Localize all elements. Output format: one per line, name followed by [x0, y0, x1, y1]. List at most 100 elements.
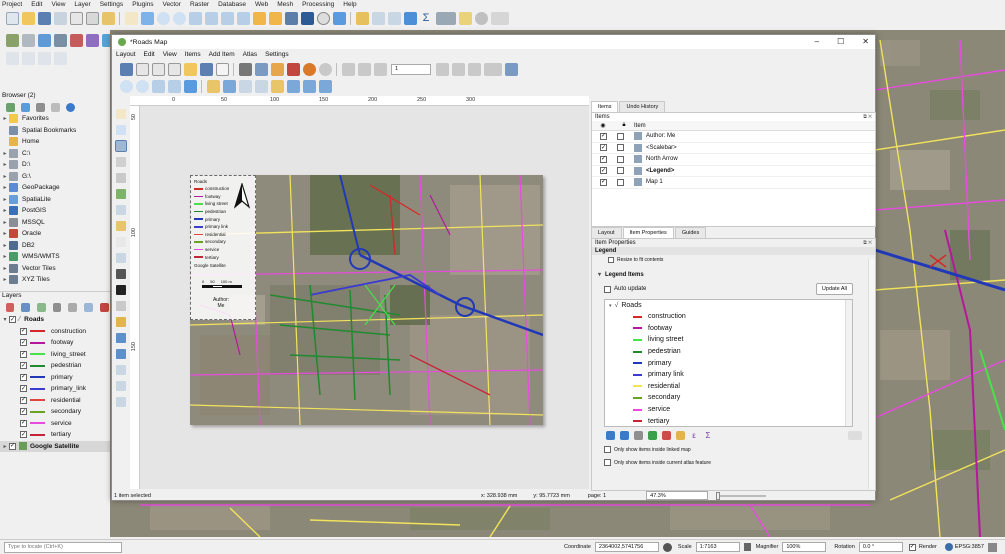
refresh-icon[interactable]: [183, 80, 197, 93]
export-svg-icon[interactable]: [270, 62, 284, 76]
collapse-all-icon[interactable]: [50, 102, 60, 112]
toggle-edit-icon[interactable]: [21, 51, 35, 65]
expand-arrow-icon[interactable]: ▸: [1, 242, 9, 249]
maximize-icon[interactable]: ☐: [837, 37, 844, 46]
layer-checkbox[interactable]: ✓: [20, 327, 27, 335]
browser-item[interactable]: ▸ Oracle: [0, 228, 110, 240]
expand-arrow-icon[interactable]: ▸: [1, 173, 9, 180]
expand-arrow-icon[interactable]: ▸: [1, 184, 9, 191]
page-setup-icon[interactable]: [215, 62, 229, 76]
layer-item[interactable]: ✓ pedestrian: [0, 360, 110, 372]
coordinate-field[interactable]: 2364002,5741756: [594, 542, 659, 552]
lock-checkbox[interactable]: [617, 155, 624, 163]
attribute-table-icon[interactable]: [371, 11, 385, 25]
layout-canvas[interactable]: Roads construction footway living street pe…: [140, 106, 589, 489]
collapse-arrow-icon[interactable]: ▾: [1, 316, 9, 323]
layer-item[interactable]: ✓ primary_link: [0, 383, 110, 395]
items-row[interactable]: ✓ <Scalebar>: [592, 143, 875, 154]
lock-items-icon[interactable]: [270, 80, 284, 93]
add-node-item-icon[interactable]: [116, 349, 126, 359]
style-manager-icon[interactable]: [101, 11, 115, 25]
pan-icon[interactable]: [124, 11, 138, 25]
expand-arrow-icon[interactable]: ▸: [1, 230, 9, 237]
browser-item[interactable]: ▸ SpatiaLite: [0, 194, 110, 206]
pan-layout-icon[interactable]: [116, 109, 126, 119]
lock-checkbox[interactable]: [617, 144, 624, 152]
edit-item-icon[interactable]: [675, 430, 685, 440]
expand-arrow-icon[interactable]: ▸: [1, 443, 9, 450]
items-row[interactable]: ✓ Map 1: [592, 177, 875, 189]
open-template-icon[interactable]: [183, 62, 197, 76]
undo-icon[interactable]: [302, 62, 316, 76]
only-atlas-checkbox[interactable]: [604, 459, 611, 466]
layer-group-roads[interactable]: ▾ ✓ ⁄ Roads: [0, 314, 110, 326]
raise-items-icon[interactable]: [206, 80, 220, 93]
add-arrow-icon[interactable]: [116, 333, 126, 343]
new-layout-icon[interactable]: [135, 62, 149, 76]
layer-checkbox[interactable]: ✓: [20, 385, 27, 393]
items-row[interactable]: ✓ Author: Me: [592, 131, 875, 143]
processing-toolbox-icon[interactable]: [403, 11, 417, 25]
zoom-out-icon[interactable]: [135, 80, 149, 93]
add-attribute-table-icon[interactable]: [116, 381, 126, 391]
atlas-prev-icon[interactable]: [373, 62, 387, 76]
add-html-icon[interactable]: [116, 365, 126, 375]
add-group-icon[interactable]: [21, 303, 30, 312]
browser-item[interactable]: ▸ GeoPackage: [0, 182, 110, 194]
zoom-tool-icon[interactable]: [116, 125, 126, 135]
menu-project[interactable]: Project: [2, 1, 22, 8]
layer-item[interactable]: ✓ primary: [0, 372, 110, 384]
browser-item[interactable]: ▸ PostGIS: [0, 205, 110, 217]
magnifier-field[interactable]: 100%: [782, 542, 827, 552]
zoom-combo[interactable]: 47.3%: [646, 491, 709, 500]
add-picture-icon[interactable]: [116, 221, 126, 231]
browser-item[interactable]: ▸ MSSQL: [0, 217, 110, 229]
items-row[interactable]: ✓ North Arrow: [592, 154, 875, 166]
save-template-icon[interactable]: [199, 62, 213, 76]
remove-item-icon[interactable]: [661, 430, 671, 440]
close-icon[interactable]: ✕: [862, 37, 869, 46]
update-all-button[interactable]: Update All: [815, 283, 853, 295]
menu-processing[interactable]: Processing: [302, 1, 334, 8]
edit-nodes-icon[interactable]: [116, 173, 126, 183]
rotation-field[interactable]: 0.0 °: [858, 542, 903, 552]
layer-item[interactable]: ✓ residential: [0, 395, 110, 407]
map-tips-icon[interactable]: [458, 11, 472, 25]
expand-arrow-icon[interactable]: ▸: [1, 219, 9, 226]
legend-tree-entry[interactable]: living street: [605, 334, 852, 346]
filter-options-icon[interactable]: [847, 430, 862, 440]
add-selected-icon[interactable]: [5, 102, 15, 112]
expand-arrow-icon[interactable]: ▸: [1, 253, 9, 260]
add-vector-icon[interactable]: [37, 33, 51, 47]
expand-arrow-icon[interactable]: ▸: [1, 265, 9, 272]
minimize-icon[interactable]: –: [815, 37, 819, 46]
browser-item[interactable]: ▸ G:\: [0, 171, 110, 183]
layer-checkbox[interactable]: ✓: [20, 396, 27, 404]
layer-item[interactable]: ✓ footway: [0, 337, 110, 349]
atlas-last-icon[interactable]: [451, 62, 465, 76]
atlas-next-icon[interactable]: [435, 62, 449, 76]
legend-tree-entry[interactable]: secondary: [605, 392, 852, 404]
browser-item[interactable]: Spatial Bookmarks: [0, 125, 110, 137]
menu-help[interactable]: Help: [343, 1, 356, 8]
legend-tree-entry[interactable]: residential: [605, 381, 852, 393]
layer-checkbox[interactable]: ✓: [20, 362, 27, 370]
add-shape-icon[interactable]: [116, 301, 126, 311]
tab-layout[interactable]: Layout: [591, 227, 622, 238]
layout-menu-layout[interactable]: Layout: [116, 51, 136, 58]
refresh-icon[interactable]: [332, 11, 346, 25]
add-group-icon[interactable]: [633, 430, 643, 440]
lock-checkbox[interactable]: [617, 178, 624, 186]
zoom-slider-handle[interactable]: [716, 491, 721, 500]
legend-tree-entry[interactable]: primary link: [605, 369, 852, 381]
legend-tree[interactable]: ▾ √ Roads construction footway living stre…: [604, 299, 853, 427]
layer-item[interactable]: ✓ secondary: [0, 406, 110, 418]
collapse-arrow-icon[interactable]: ▾: [609, 303, 612, 309]
layer-checkbox[interactable]: ✓: [20, 373, 27, 381]
layout-menu-items[interactable]: Items: [185, 51, 201, 58]
legend-tree-entry[interactable]: pedestrian: [605, 346, 852, 358]
tab-items[interactable]: Items: [591, 101, 619, 112]
menu-edit[interactable]: Edit: [31, 1, 42, 8]
layout-menu-atlas[interactable]: Atlas: [243, 51, 257, 58]
new-geopackage-icon[interactable]: [21, 33, 35, 47]
